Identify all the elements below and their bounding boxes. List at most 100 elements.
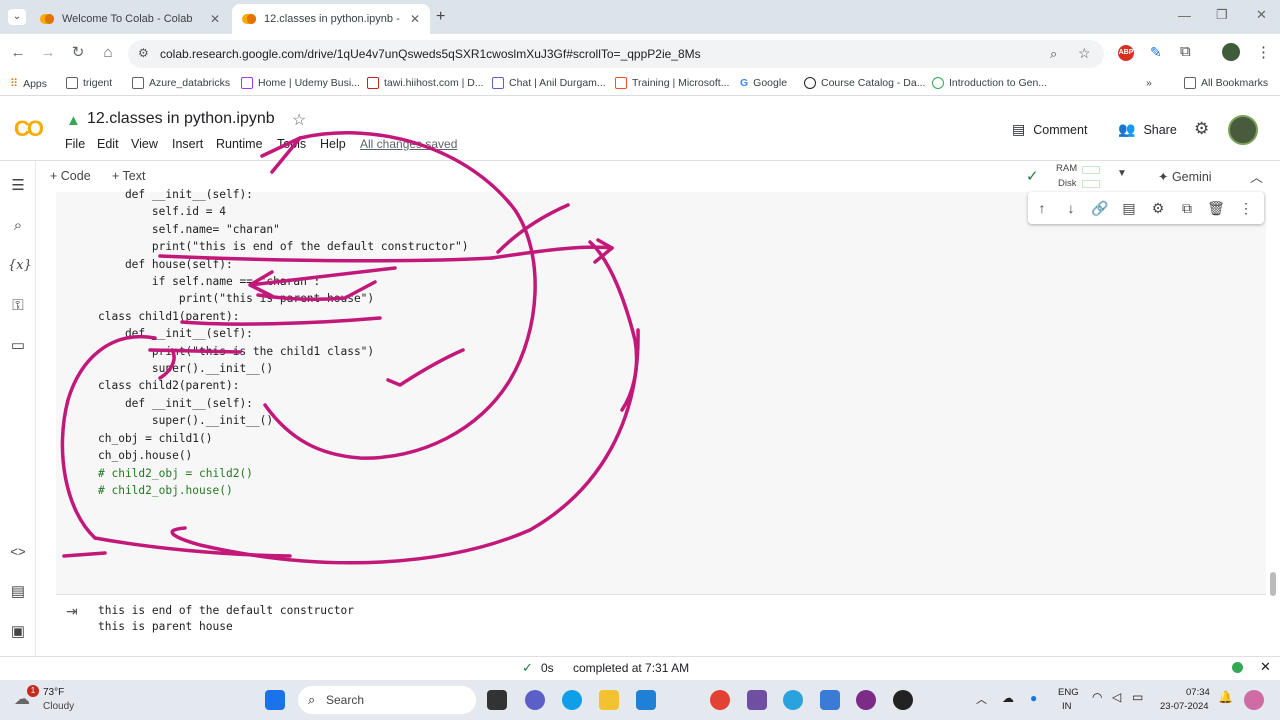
add-text-button[interactable]: + Text <box>112 169 145 183</box>
tab-welcome[interactable]: Welcome To Colab - Colab ✕ <box>30 4 230 34</box>
cell-settings-icon[interactable]: ⚙ <box>1148 198 1168 218</box>
site-info-icon[interactable]: ⚙ <box>138 46 149 60</box>
obs-icon[interactable] <box>893 690 913 710</box>
drive-icon[interactable]: ▲ <box>66 112 81 129</box>
restore-button[interactable]: ❐ <box>1216 7 1228 23</box>
minimize-button[interactable]: — <box>1178 8 1191 23</box>
collapse-chevron-icon[interactable]: ︿ <box>1250 167 1263 186</box>
save-status[interactable]: All changes saved <box>360 137 457 151</box>
bookmark-link[interactable]: Introduction to Gen... <box>932 77 1047 89</box>
star-icon[interactable]: ☆ <box>292 110 306 130</box>
url-text[interactable]: colab.research.google.com/drive/1qUe4v7u… <box>160 47 701 61</box>
chrome-icon[interactable] <box>710 690 730 710</box>
bookmark-link[interactable]: Course Catalog - Da... <box>804 77 925 89</box>
bookmark-link[interactable]: Training | Microsoft... <box>615 77 729 89</box>
bookmark-link[interactable]: Chat | Anil Durgam... <box>492 77 606 89</box>
clock-date[interactable]: 23-07-2024 <box>1160 701 1209 712</box>
bookmark-folder[interactable]: Azure_databricks <box>132 77 230 89</box>
gemini-button[interactable]: ✦ Gemini <box>1158 169 1212 184</box>
taskbar-search[interactable]: ⌕ Search <box>298 686 476 714</box>
bookmark-folder[interactable]: trigent <box>66 77 112 89</box>
tray-mic-icon[interactable]: ● <box>1030 691 1037 705</box>
extensions-puzzle-icon[interactable]: ⧉ <box>1180 43 1191 60</box>
comment-icon[interactable]: ▤ <box>1119 198 1139 218</box>
profile-avatar[interactable] <box>1222 43 1240 61</box>
terminal-icon[interactable]: ▣ <box>8 622 28 642</box>
wifi-icon[interactable]: ◠ <box>1092 690 1102 704</box>
back-icon[interactable]: ← <box>8 43 28 63</box>
add-code-button[interactable]: + Code <box>50 169 91 183</box>
notebook-title[interactable]: 12.classes in python.ipynb <box>87 110 275 128</box>
app-icon[interactable] <box>747 690 767 710</box>
screen-recorder-icon[interactable] <box>856 690 876 710</box>
code-editor[interactable]: def __init__(self): self.id = 4 self.nam… <box>98 186 468 499</box>
delete-icon[interactable]: 🗑 <box>1206 198 1226 218</box>
tab-search-icon[interactable]: ⌄ <box>8 9 26 25</box>
menu-view[interactable]: View <box>131 137 158 151</box>
user-avatar[interactable] <box>1228 115 1258 145</box>
more-options-icon[interactable]: ⋮ <box>1236 198 1256 218</box>
move-up-icon[interactable]: ↑ <box>1032 198 1052 218</box>
extension-icon[interactable]: ✎ <box>1150 44 1162 61</box>
copilot-icon[interactable] <box>1244 690 1264 710</box>
menu-insert[interactable]: Insert <box>172 137 203 151</box>
language-secondary[interactable]: IN <box>1062 701 1072 712</box>
more-bookmarks-icon[interactable]: » <box>1146 77 1152 89</box>
bookmark-apps[interactable]: ⠿ Apps <box>10 77 47 91</box>
telegram-icon[interactable] <box>783 690 803 710</box>
output-actions-icon[interactable]: ⇥ <box>66 603 78 620</box>
zoom-icon[interactable]: ⌕ <box>1050 46 1057 62</box>
menu-help[interactable]: Help <box>320 137 346 151</box>
close-tab-icon[interactable]: ✕ <box>410 12 420 26</box>
clock-time[interactable]: 07:34 <box>1186 687 1210 698</box>
adblock-icon[interactable]: ABP <box>1118 45 1134 61</box>
secrets-key-icon[interactable]: ⚿ <box>8 296 28 316</box>
close-tab-icon[interactable]: ✕ <box>210 12 220 26</box>
url-field[interactable]: ⚙ colab.research.google.com/drive/1qUe4v… <box>128 40 1104 68</box>
mirror-cell-icon[interactable]: ⧉ <box>1177 198 1197 218</box>
menu-file[interactable]: File <box>65 137 85 151</box>
scrollbar[interactable] <box>1270 572 1276 596</box>
language-primary[interactable]: ENG <box>1058 687 1079 698</box>
bookmark-star-icon[interactable]: ☆ <box>1078 45 1091 62</box>
tab-notebook[interactable]: 12.classes in python.ipynb - Col ✕ <box>232 4 430 34</box>
browser-menu-icon[interactable]: ⋮ <box>1256 43 1271 61</box>
volume-icon[interactable]: ◁ <box>1112 690 1121 704</box>
close-window-button[interactable]: ✕ <box>1256 7 1267 23</box>
menu-runtime[interactable]: Runtime <box>216 137 263 151</box>
share-button[interactable]: 👥 Share <box>1118 121 1177 138</box>
variables-icon[interactable]: {x} <box>8 256 32 276</box>
photos-icon[interactable] <box>820 690 840 710</box>
bookmark-link[interactable]: tawi.hiihost.com | D... <box>367 77 484 89</box>
tray-onedrive-icon[interactable]: ☁ <box>1002 691 1014 705</box>
settings-gear-icon[interactable]: ⚙ <box>1194 119 1209 139</box>
colab-logo[interactable]: CO <box>14 116 44 142</box>
reload-icon[interactable]: ↻ <box>68 43 88 63</box>
forward-icon[interactable]: → <box>38 43 58 63</box>
files-folder-icon[interactable]: ▭ <box>8 336 28 356</box>
command-palette-icon[interactable]: ▤ <box>8 582 28 602</box>
notification-bell-icon[interactable]: 🔔 <box>1218 690 1233 704</box>
comment-button[interactable]: ▤ Comment <box>1012 121 1087 138</box>
edge-icon[interactable] <box>562 690 582 710</box>
home-icon[interactable]: ⌂ <box>98 43 118 63</box>
code-snippets-icon[interactable]: <> <box>8 542 28 562</box>
tray-chevron-icon[interactable]: ︿ <box>976 691 987 707</box>
task-view-icon[interactable] <box>487 690 507 710</box>
menu-tools[interactable]: Tools <box>277 137 306 151</box>
new-tab-button[interactable]: + <box>436 8 445 26</box>
file-explorer-icon[interactable] <box>599 690 619 710</box>
move-down-icon[interactable]: ↓ <box>1061 198 1081 218</box>
search-icon[interactable]: ⌕ <box>8 216 28 236</box>
bookmark-link[interactable]: Home | Udemy Busi... <box>241 77 360 89</box>
menu-edit[interactable]: Edit <box>97 137 119 151</box>
teams-chat-icon[interactable] <box>525 690 545 710</box>
vscode-icon[interactable] <box>636 690 656 710</box>
windows-start-icon[interactable] <box>265 690 285 710</box>
resources-dropdown-icon[interactable]: ▼ <box>1117 168 1127 179</box>
bookmark-link[interactable]: G Google <box>740 77 787 89</box>
link-icon[interactable]: 🔗 <box>1090 198 1110 218</box>
battery-icon[interactable]: ▭ <box>1132 690 1143 704</box>
all-bookmarks[interactable]: All Bookmarks <box>1184 77 1268 89</box>
close-status-icon[interactable]: ✕ <box>1260 659 1271 675</box>
